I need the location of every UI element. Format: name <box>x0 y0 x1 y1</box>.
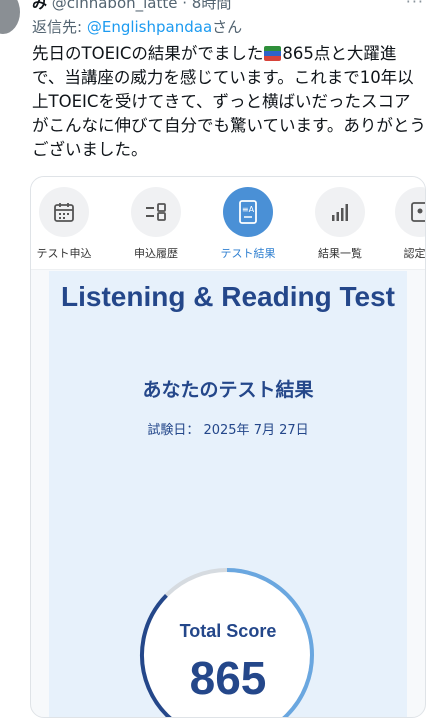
tweet-text: 先日のTOEICの結果がでました 865点と大躍進で、当講座の威力を感じています。… <box>32 42 426 162</box>
bar-chart-icon <box>315 187 365 237</box>
books-emoji-icon <box>264 46 282 61</box>
certificate-icon <box>395 187 425 237</box>
tab-label: テスト申込 <box>36 247 92 260</box>
tab-label: 認定証 <box>403 247 426 260</box>
tab-history[interactable]: 申込履歴 <box>117 187 195 261</box>
app-tab-bar: テスト申込 申込履歴 ≡A テスト結果 結果一覧 認定証 <box>31 177 425 270</box>
reply-prefix: 返信先: <box>32 18 83 36</box>
calendar-icon <box>39 187 89 237</box>
result-subtitle: あなたのテスト結果 <box>142 379 314 401</box>
total-score-label: Total Score <box>179 621 277 641</box>
history-icon <box>131 187 181 237</box>
tweet-header: み @cinnabon_latte · 8時間 <box>32 0 426 12</box>
tweet-text-part1: 先日のTOEICの結果がでました <box>32 44 264 63</box>
tab-label: テスト結果 <box>220 247 276 260</box>
tab-test-result[interactable]: ≡A テスト結果 <box>209 187 287 261</box>
reply-to-link[interactable]: @Englishpandaa <box>87 18 212 36</box>
avatar[interactable] <box>0 0 20 34</box>
tab-certificate[interactable]: 認定証 <box>381 187 426 261</box>
result-document-icon: ≡A <box>223 187 273 237</box>
test-title: Listening & Reading Test <box>61 281 395 312</box>
tab-label: 申込履歴 <box>134 247 178 260</box>
author-name[interactable]: み <box>32 0 47 12</box>
attached-image-card[interactable]: テスト申込 申込履歴 ≡A テスト結果 結果一覧 認定証 <box>30 176 426 718</box>
reply-suffix: さん <box>212 18 243 36</box>
more-options-icon[interactable]: ··· <box>406 0 424 11</box>
exam-date: 試験日： 2025年 7月 27日 <box>147 423 309 438</box>
reply-line: 返信先: @Englishpandaaさん <box>32 16 242 37</box>
total-score-value: 865 <box>189 652 267 704</box>
tab-test-apply[interactable]: テスト申込 <box>31 187 103 261</box>
tab-results-list[interactable]: 結果一覧 <box>301 187 379 261</box>
author-handle[interactable]: @cinnabon_latte <box>52 0 178 12</box>
svg-text:≡A: ≡A <box>242 205 255 214</box>
tab-label: 結果一覧 <box>318 247 362 260</box>
result-panel: Listening & Reading Test あなたのテスト結果 試験日： … <box>49 271 407 717</box>
tweet-time[interactable]: · 8時間 <box>182 0 231 12</box>
